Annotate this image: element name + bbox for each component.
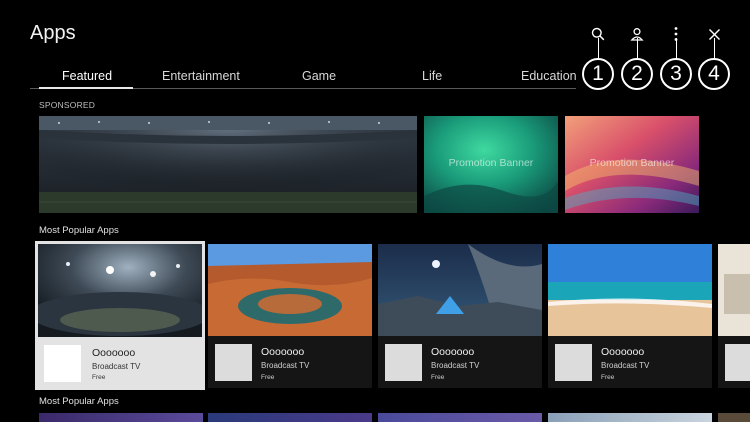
callout-3-leader xyxy=(676,38,677,58)
app-price: Free xyxy=(601,374,615,381)
callout-4-leader xyxy=(714,38,715,58)
app-name: Ooooooo xyxy=(601,346,645,358)
app-category: Broadcast TV xyxy=(92,362,141,371)
promotion-banner-2-text: Promotion Banner xyxy=(589,157,675,169)
tab-education[interactable]: Education xyxy=(521,69,577,83)
app-category: Broadcast TV xyxy=(431,361,480,370)
callout-3: 3 xyxy=(660,58,692,90)
callout-2-leader xyxy=(637,38,638,58)
app-icon xyxy=(725,344,750,381)
app-thumbnail xyxy=(548,244,712,336)
tab-life[interactable]: Life xyxy=(422,69,442,83)
app-card-row2[interactable] xyxy=(548,413,712,422)
app-category: Broadcast TV xyxy=(261,361,310,370)
app-card-row2[interactable] xyxy=(378,413,542,422)
callout-1-leader xyxy=(598,38,599,58)
callout-1: 1 xyxy=(582,58,614,90)
promotion-banner-1[interactable]: Promotion Banner xyxy=(424,116,558,213)
app-thumbnail xyxy=(208,244,372,336)
app-card[interactable]: Ooooooo Broadcast TV Free xyxy=(208,244,372,388)
app-card-focused[interactable]: Ooooooo Broadcast TV Free xyxy=(35,241,205,390)
app-icon xyxy=(385,344,422,381)
sponsored-label: SPONSORED xyxy=(39,100,96,110)
section-title-most-popular: Most Popular Apps xyxy=(39,225,119,236)
tab-active-indicator xyxy=(39,87,133,89)
promotion-banner-2[interactable]: Promotion Banner xyxy=(565,116,699,213)
tab-featured[interactable]: Featured xyxy=(62,69,112,83)
app-card-partial[interactable] xyxy=(718,244,750,388)
callout-2: 2 xyxy=(621,58,653,90)
app-icon xyxy=(555,344,592,381)
section-title-most-popular-2: Most Popular Apps xyxy=(39,396,119,407)
app-name: Ooooooo xyxy=(431,346,475,358)
tab-entertainment[interactable]: Entertainment xyxy=(162,69,240,83)
page-title: Apps xyxy=(30,22,76,44)
app-icon xyxy=(44,345,81,382)
app-card-row2[interactable] xyxy=(39,413,203,422)
app-card[interactable]: Ooooooo Broadcast TV Free xyxy=(548,244,712,388)
app-thumbnail xyxy=(38,244,202,337)
app-card-row2[interactable] xyxy=(208,413,372,422)
tab-game[interactable]: Game xyxy=(302,69,336,83)
app-price: Free xyxy=(92,374,106,381)
app-name: Ooooooo xyxy=(261,346,305,358)
app-name: Ooooooo xyxy=(92,347,136,359)
sponsored-banner-stadium[interactable] xyxy=(39,116,417,213)
app-category: Broadcast TV xyxy=(601,361,650,370)
app-price: Free xyxy=(431,374,445,381)
app-card-row2[interactable] xyxy=(718,413,750,422)
callout-4: 4 xyxy=(698,58,730,90)
app-price: Free xyxy=(261,374,275,381)
app-thumbnail xyxy=(718,244,750,336)
app-card[interactable]: Ooooooo Broadcast TV Free xyxy=(378,244,542,388)
promotion-banner-1-text: Promotion Banner xyxy=(448,157,534,169)
app-thumbnail xyxy=(378,244,542,336)
app-icon xyxy=(215,344,252,381)
